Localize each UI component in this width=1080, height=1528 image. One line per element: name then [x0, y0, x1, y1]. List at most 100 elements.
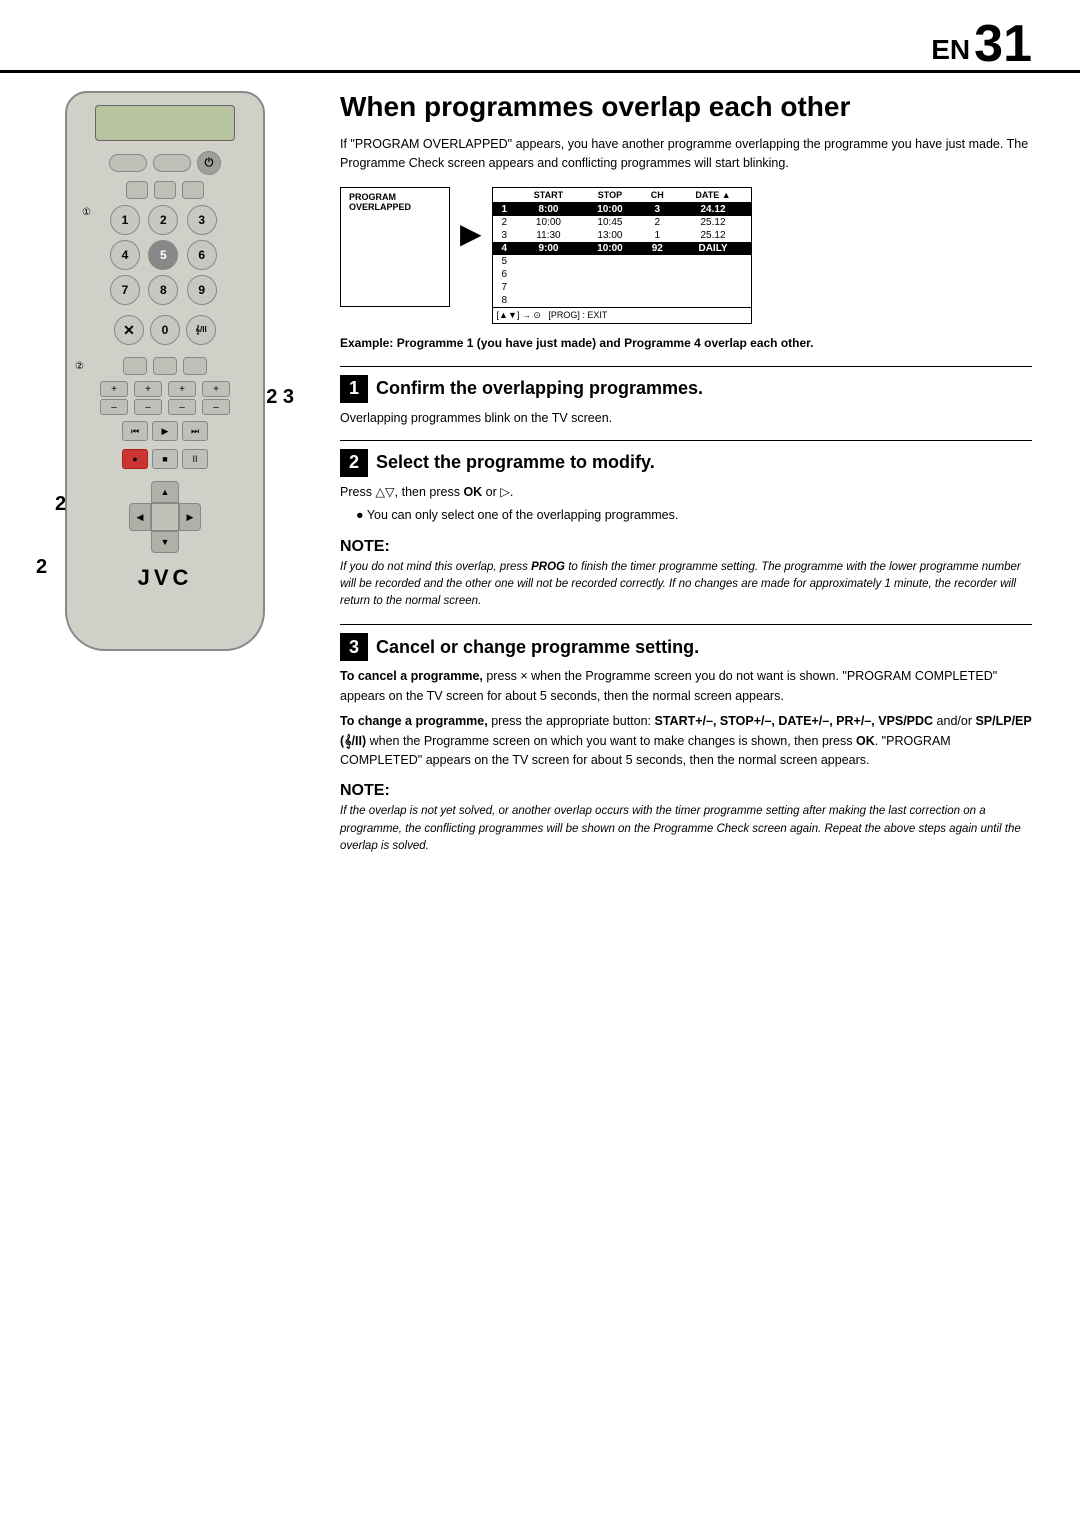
cell-ch: 92 — [639, 242, 675, 255]
cell-ch — [639, 281, 675, 294]
vol-col-2: + – — [134, 381, 162, 415]
step-1-title: Confirm the overlapping programmes. — [376, 378, 703, 399]
table-footer-text: [▲▼] → ⊙ [PROG] : EXIT — [497, 310, 608, 321]
remote-power-row: ⏻ — [77, 151, 253, 175]
trans-pause[interactable]: II — [182, 449, 208, 469]
remote-num-8[interactable]: 8 — [148, 275, 178, 305]
col-num — [493, 188, 517, 203]
remote-num-4[interactable]: 4 — [110, 240, 140, 270]
remote-small-row — [77, 181, 253, 199]
step-label-2-dpad: 2 — [55, 493, 66, 516]
cell-start: 11:30 — [516, 229, 581, 242]
remote-btn-oval1[interactable] — [109, 154, 147, 172]
table-row: 6 — [493, 268, 751, 281]
step-2-text1: Press △▽, then press OK or ▷. — [340, 483, 1032, 502]
remote-small-btn1[interactable] — [126, 181, 148, 199]
cell-date — [675, 281, 750, 294]
table-row: 210:0010:45225.12 — [493, 216, 751, 229]
col-start: START — [516, 188, 581, 203]
vol-plus-3[interactable]: + — [168, 381, 196, 397]
step-label-2: 2 — [36, 556, 47, 579]
cell-num: 8 — [493, 294, 517, 307]
vol-minus-3[interactable]: – — [168, 399, 196, 415]
remote-small-btn3[interactable] — [182, 181, 204, 199]
cell-stop — [581, 268, 639, 281]
cell-date: 25.12 — [675, 229, 750, 242]
vol-plus-4[interactable]: + — [202, 381, 230, 397]
trans-record[interactable]: ● — [122, 449, 148, 469]
cell-stop: 10:00 — [581, 242, 639, 255]
remote-mid-btn2[interactable] — [153, 357, 177, 375]
cell-num: 6 — [493, 268, 517, 281]
trans-stop[interactable]: ■ — [152, 449, 178, 469]
num-label-1: ① — [82, 207, 91, 218]
remote-num-1[interactable]: 1 — [110, 205, 140, 235]
cell-start — [516, 294, 581, 307]
caption-text: Example: Programme 1 (you have just made… — [340, 334, 1032, 352]
remote-num-6[interactable]: 6 — [187, 240, 217, 270]
remote-num-7[interactable]: 7 — [110, 275, 140, 305]
cell-ch: 2 — [639, 216, 675, 229]
vol-minus-4[interactable]: – — [202, 399, 230, 415]
remote-num-3[interactable]: 3 — [187, 205, 217, 235]
cell-ch — [639, 255, 675, 268]
cell-num: 7 — [493, 281, 517, 294]
cell-date — [675, 255, 750, 268]
remote-num-2[interactable]: 2 — [148, 205, 178, 235]
remote-mid-btn1[interactable] — [123, 357, 147, 375]
dpad-area: 2 ▲ ▼ ◀ ▶ — [77, 477, 253, 557]
table-footer: [▲▼] → ⊙ [PROG] : EXIT — [493, 307, 751, 323]
remote-body: ⏻ ① 1 2 3 4 5 6 — [65, 91, 265, 651]
vol-minus-1[interactable]: – — [100, 399, 128, 415]
cell-stop — [581, 281, 639, 294]
remote-btn-x[interactable]: ✕ — [114, 315, 144, 345]
col-ch: CH — [639, 188, 675, 203]
table-header-row: START STOP CH DATE ▲ — [493, 188, 751, 203]
col-stop: STOP — [581, 188, 639, 203]
overlap-label-box: PROGRAM OVERLAPPED — [340, 187, 450, 307]
step-2-body: Press △▽, then press OK or ▷. You can on… — [340, 483, 1032, 526]
vol-plus-1[interactable]: + — [100, 381, 128, 397]
mid-label: ② — [75, 361, 84, 372]
note-2-text: If the overlap is not yet solved, or ano… — [340, 803, 1032, 855]
page-title: When programmes overlap each other — [340, 91, 1032, 123]
cell-num: 4 — [493, 242, 517, 255]
top-bar: EN 31 — [0, 0, 1080, 73]
remote-num-9[interactable]: 9 — [187, 275, 217, 305]
cell-ch: 1 — [639, 229, 675, 242]
trans-ff[interactable]: ⏭ — [182, 421, 208, 441]
cell-ch — [639, 268, 675, 281]
remote-num-0[interactable]: 0 — [150, 315, 180, 345]
remote-num-5[interactable]: 5 — [148, 240, 178, 270]
dpad-down[interactable]: ▼ — [151, 531, 179, 553]
remote-small-btn2[interactable] — [154, 181, 176, 199]
vol-plus-2[interactable]: + — [134, 381, 162, 397]
table-row: 49:0010:0092DAILY — [493, 242, 751, 255]
remote-mid-row: ② — [77, 357, 253, 375]
remote-btn-oval2[interactable] — [153, 154, 191, 172]
dpad-right[interactable]: ▶ — [179, 503, 201, 531]
right-column: When programmes overlap each other If "P… — [310, 73, 1080, 869]
vol-minus-2[interactable]: – — [134, 399, 162, 415]
step-2-bullet1: You can only select one of the overlappi… — [356, 506, 1032, 525]
trans-play[interactable]: ▶ — [152, 421, 178, 441]
remote-btn-special[interactable]: 𝄞/II — [186, 315, 216, 345]
step-1-text: Overlapping programmes blink on the TV s… — [340, 409, 1032, 428]
remote-screen — [95, 105, 235, 141]
note-1-section: NOTE: If you do not mind this overlap, p… — [340, 538, 1032, 611]
step-2-section: 2 Select the programme to modify. Press … — [340, 440, 1032, 526]
cell-start: 10:00 — [516, 216, 581, 229]
program-table-wrap: START STOP CH DATE ▲ 18:0010:00324.12210… — [492, 187, 752, 324]
remote-mid-btn3[interactable] — [183, 357, 207, 375]
dpad-center[interactable] — [151, 503, 179, 531]
step-3-number: 3 — [340, 633, 368, 661]
dpad-up[interactable]: ▲ — [151, 481, 179, 503]
remote-power-btn[interactable]: ⏻ — [197, 151, 221, 175]
step-2-header: 2 Select the programme to modify. — [340, 449, 1032, 477]
step-label-23: 2 3 — [266, 386, 294, 409]
table-row: 7 — [493, 281, 751, 294]
note-2-section: NOTE: If the overlap is not yet solved, … — [340, 782, 1032, 855]
vol-col-4: + – — [202, 381, 230, 415]
trans-rewind[interactable]: ⏮ — [122, 421, 148, 441]
dpad-left[interactable]: ◀ — [129, 503, 151, 531]
